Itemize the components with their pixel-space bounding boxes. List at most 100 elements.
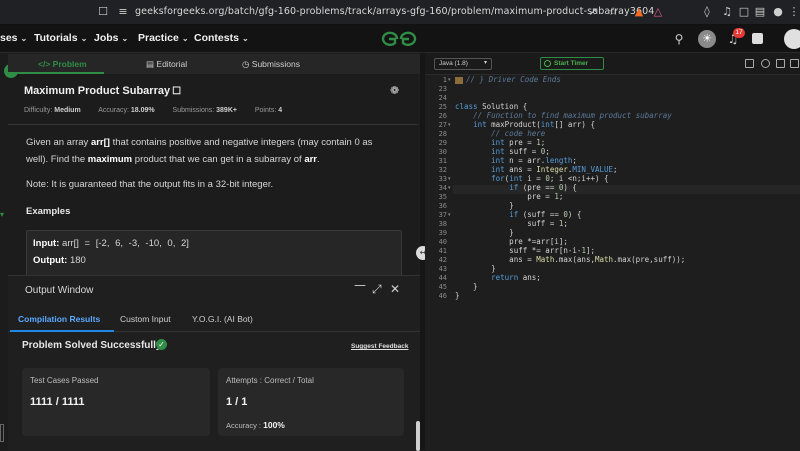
menu-icon[interactable]: ⋮ <box>787 5 800 19</box>
active-tab-indicator <box>8 72 104 74</box>
code-line: // } Driver Code Ends <box>466 75 561 84</box>
copy-icon[interactable] <box>745 59 754 68</box>
code-line: int pre = 1; <box>491 138 546 147</box>
line-number: 24 <box>438 94 447 102</box>
line-number: 36 <box>438 202 447 210</box>
divider <box>8 124 418 125</box>
tab-problem[interactable]: </> Problem <box>38 59 87 69</box>
code-line: pre = 1; <box>455 192 564 201</box>
extensions-icon[interactable]: ◊ <box>700 5 714 19</box>
line-number: 42 <box>438 256 447 264</box>
minimize-icon[interactable]: — <box>354 278 366 292</box>
line-number: 35 <box>438 193 447 201</box>
output-window: Output Window — ⤢ ✕ Compilation Results … <box>8 275 420 451</box>
brave-shield-icon[interactable]: ▲ <box>632 5 646 19</box>
code-line: ans = Math.max(ans,Math.max(pre,suff)); <box>455 255 686 264</box>
reset-icon[interactable] <box>761 59 770 68</box>
wallet-icon[interactable]: ▤ <box>753 5 767 19</box>
example-input: Input: arr[] = [-2, 6, -3, -10, 0, 2] <box>33 238 189 249</box>
fold-chevron-icon[interactable]: ▾ <box>448 77 451 83</box>
bug-report-icon[interactable]: ❁ <box>390 84 399 97</box>
media-icon[interactable]: ♫ <box>720 5 734 19</box>
close-icon[interactable]: ✕ <box>390 282 400 296</box>
site-info-icon[interactable]: ≡ <box>116 5 130 19</box>
example-output: Output: 180 <box>33 255 86 266</box>
fold-chevron-icon[interactable]: ▾ <box>448 185 451 191</box>
code-line: } <box>455 282 478 291</box>
star-icon[interactable]: ☆ <box>606 5 620 19</box>
line-number: 34 <box>438 184 447 192</box>
result-status: Problem Solved Successfully <box>22 340 162 351</box>
search-icon[interactable]: ⚲ <box>672 32 686 46</box>
line-number: 40 <box>438 238 447 246</box>
code-line: } <box>455 291 460 300</box>
language-select[interactable]: Java (1.8) ▾ <box>434 58 492 70</box>
code-line: suff *= arr[n-i-1]; <box>455 246 595 255</box>
tab-compilation-results[interactable]: Compilation Results <box>18 314 100 324</box>
problem-title: Maximum Product Subarray ☐ <box>24 85 182 97</box>
bookmark-icon[interactable]: ☐ <box>96 5 110 19</box>
line-number: 27 <box>438 121 447 129</box>
attempts-value: 1 / 1 <box>226 396 248 408</box>
share-icon[interactable]: ↗ <box>586 5 600 19</box>
active-output-tab-indicator <box>10 330 114 332</box>
nav-jobs[interactable]: Jobs ⌄ <box>94 32 128 44</box>
fullscreen-icon[interactable] <box>790 59 799 68</box>
examples-heading: Examples <box>26 206 71 217</box>
line-number: 28 <box>438 130 447 138</box>
line-number: 45 <box>438 283 447 291</box>
code-line: } <box>455 228 514 237</box>
nav-courses[interactable]: ses ⌄ <box>0 32 27 44</box>
site-navigation: ses ⌄ Tutorials ⌄ Jobs ⌄ Practice ⌄ Contests… <box>0 25 800 53</box>
fold-chevron-icon[interactable]: ▾ <box>448 176 451 182</box>
start-timer-button[interactable]: Start Timer <box>540 57 604 70</box>
theme-toggle-icon[interactable]: ☀ <box>698 30 716 48</box>
nav-practice[interactable]: Practice ⌄ <box>138 32 189 44</box>
line-number: 23 <box>438 85 447 93</box>
tab-editorial[interactable]: ▤ Editorial <box>146 59 187 70</box>
code-line: for(int i = 0; i <n;i++) { <box>491 174 609 183</box>
sidebar-edge <box>0 424 4 442</box>
settings-icon[interactable] <box>776 59 785 68</box>
fold-chevron-icon[interactable]: ▾ <box>448 212 451 218</box>
example-box: Input: arr[] = [-2, 6, -3, -10, 0, 2] Ou… <box>26 230 402 280</box>
line-number: 32 <box>438 166 447 174</box>
tab-icon[interactable]: □ <box>737 5 751 19</box>
address-bar[interactable]: geeksforgeeks.org/batch/gfg-160-problems… <box>135 6 654 17</box>
tab-yogi-ai-bot[interactable]: Y.O.G.I. (AI Bot) <box>192 314 253 324</box>
test-cases-value: 1111 / 1111 <box>30 396 85 408</box>
code-line: if (suff == 0) { <box>509 210 582 219</box>
attempts-card: Attempts : Correct / Total 1 / 1 Accurac… <box>218 368 404 436</box>
brave-rewards-icon[interactable]: △ <box>651 5 665 19</box>
line-number: 25 <box>438 103 447 111</box>
code-line: return ans; <box>491 273 541 282</box>
maximize-icon[interactable]: ⤢ <box>372 282 382 297</box>
code-line: if (pre == 0) { <box>509 183 577 192</box>
notification-count-badge: 17 <box>733 28 745 38</box>
browser-toolbar: ☐ ≡ geeksforgeeks.org/batch/gfg-160-prob… <box>0 0 800 25</box>
line-number: 44 <box>438 274 447 282</box>
avatar[interactable] <box>784 29 800 49</box>
problem-tabs: </> Problem ▤ Editorial ◷ Submissions <box>8 54 420 74</box>
code-line: // Function to find maximum product suba… <box>473 111 672 120</box>
translate-icon[interactable] <box>752 33 763 44</box>
suggest-feedback-link[interactable]: Suggest Feedback <box>351 343 408 350</box>
line-number: 29 <box>438 139 447 147</box>
line-number: 33 <box>438 175 447 183</box>
folded-region-marker[interactable] <box>455 77 463 84</box>
bookmark-problem-icon[interactable]: ☐ <box>172 86 181 97</box>
nav-contests[interactable]: Contests ⌄ <box>194 32 249 44</box>
nav-tutorials[interactable]: Tutorials ⌄ <box>34 32 87 44</box>
gfg-logo[interactable] <box>380 31 418 47</box>
tab-submissions[interactable]: ◷ Submissions <box>242 59 300 70</box>
check-circle-icon: ✓ <box>156 339 167 350</box>
tab-custom-input[interactable]: Custom Input <box>120 314 171 324</box>
test-cases-card: Test Cases Passed 1111 / 1111 <box>22 368 210 436</box>
code-line: int n = arr.length; <box>491 156 577 165</box>
line-number: 26 <box>438 112 447 120</box>
profile-icon[interactable]: ● <box>771 5 785 19</box>
line-number: 1 <box>442 76 447 84</box>
line-number: 38 <box>438 220 447 228</box>
code-line: int ans = Integer.MIN_VALUE; <box>491 165 618 174</box>
fold-chevron-icon[interactable]: ▾ <box>448 122 451 128</box>
